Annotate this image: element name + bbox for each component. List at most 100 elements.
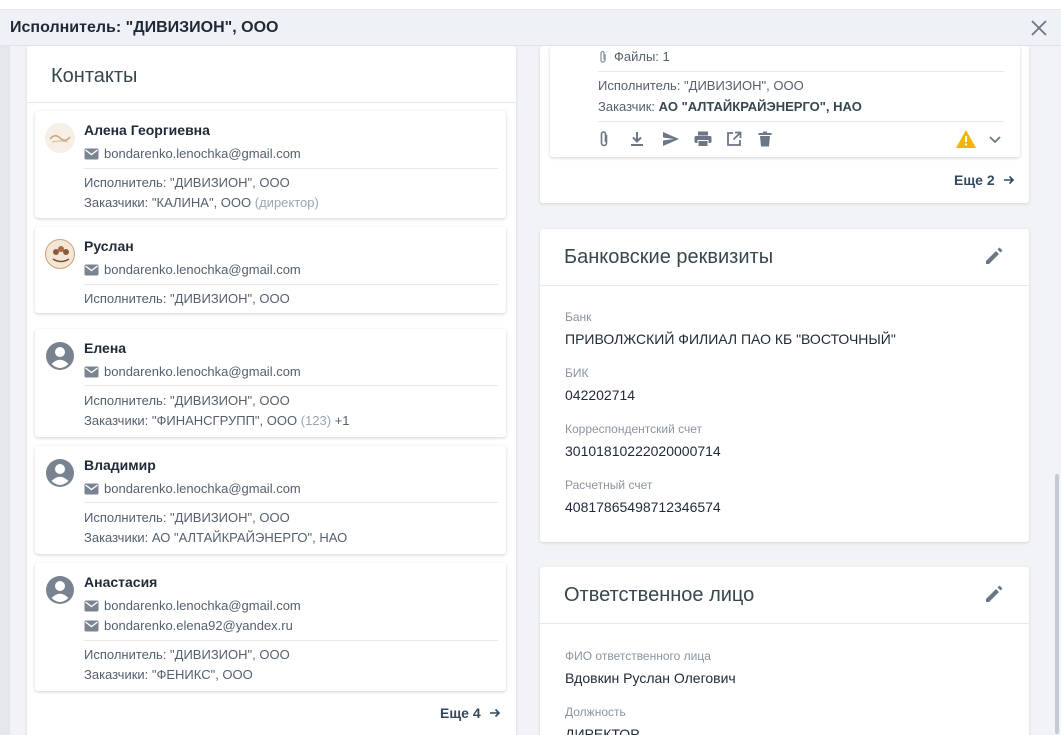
position-label: Должность (565, 705, 626, 719)
contact-email-row: bondarenko.lenochka@gmail.com (84, 146, 301, 161)
contact-customers: Заказчики: "ФЕНИКС", ООО (84, 667, 253, 682)
document-actions (598, 129, 790, 149)
mail-icon (84, 264, 99, 276)
contacts-more-link[interactable]: Еще 4 (440, 705, 501, 721)
divider (598, 71, 1004, 72)
contact-executor: Исполнитель: "ДИВИЗИОН", ООО (84, 647, 290, 662)
divider (598, 121, 1004, 122)
documents-more-link[interactable]: Еще 2 (954, 172, 1015, 188)
responsible-person-title: Ответственное лицо (564, 584, 754, 606)
bik-label: БИК (565, 366, 589, 380)
contact-executor: Исполнитель: "ДИВИЗИОН", ООО (84, 393, 290, 408)
window-title: Исполнитель: "ДИВИЗИОН", ООО (0, 19, 278, 37)
download-icon[interactable] (630, 129, 662, 149)
send-icon[interactable] (662, 129, 694, 149)
contact-customers-note: (директор) (255, 195, 319, 210)
arrow-right-icon (489, 707, 501, 719)
contact-email[interactable]: bondarenko.lenochka@gmail.com (104, 481, 301, 496)
close-icon[interactable] (1029, 18, 1049, 38)
contact-executor: Исполнитель: "ДИВИЗИОН", ООО (84, 510, 290, 525)
left-edge (0, 46, 10, 735)
attach-icon[interactable] (598, 129, 630, 149)
settlement-account-label: Расчетный счет (565, 478, 652, 492)
contact-email[interactable]: bondarenko.lenochka@gmail.com (104, 364, 301, 379)
document-customer-value: АО "АЛТАЙКРАЙЭНЕРГО", НАО (659, 99, 862, 114)
contact-card[interactable]: Алена Георгиевна bondarenko.lenochka@gma… (35, 111, 506, 218)
settlement-account-value: 40817865498712346574 (565, 499, 721, 515)
contact-email[interactable]: bondarenko.lenochka@gmail.com (104, 598, 301, 613)
documents-panel: Файлы: 1 Исполнитель: "ДИВИЗИОН", ООО За… (540, 46, 1029, 203)
document-customer: Заказчик: АО "АЛТАЙКРАЙЭНЕРГО", НАО (598, 99, 862, 114)
document-customer-label: Заказчик: (598, 99, 655, 114)
mail-icon (84, 483, 99, 495)
responsible-person-panel: Ответственное лицо ФИО ответственного ли… (540, 567, 1029, 735)
contact-customers: Заказчики: "КАЛИНА", ООО (директор) (84, 195, 319, 210)
contact-name: Анастасия (84, 574, 157, 590)
document-card[interactable]: Файлы: 1 Исполнитель: "ДИВИЗИОН", ООО За… (550, 46, 1020, 157)
contact-card[interactable]: Елена bondarenko.lenochka@gmail.com Испо… (35, 329, 506, 437)
responsible-fio-value: Вдовкин Руслан Олегович (565, 670, 736, 686)
contact-email[interactable]: bondarenko.lenochka@gmail.com (104, 146, 301, 161)
person-icon (45, 575, 75, 605)
contact-name: Елена (84, 340, 126, 356)
corr-account-label: Корреспондентский счет (565, 422, 702, 436)
person-icon (45, 458, 75, 488)
responsible-fio-label: ФИО ответственного лица (565, 649, 711, 663)
divider (84, 385, 498, 386)
contact-name: Руслан (84, 238, 134, 254)
documents-more-label: Еще 2 (954, 172, 995, 188)
contact-executor: Исполнитель: "ДИВИЗИОН", ООО (84, 175, 290, 190)
edit-icon[interactable] (983, 583, 1005, 605)
bank-name-label: Банк (565, 310, 591, 324)
bank-details-title: Банковские реквизиты (564, 246, 773, 268)
contacts-title: Контакты (27, 46, 516, 103)
document-executor: Исполнитель: "ДИВИЗИОН", ООО (598, 78, 804, 93)
contact-email[interactable]: bondarenko.elena92@yandex.ru (104, 618, 293, 633)
contact-customers-text: Заказчики: "КАЛИНА", ООО (84, 195, 251, 210)
contact-email-row: bondarenko.elena92@yandex.ru (84, 618, 293, 633)
paperclip-icon (598, 50, 608, 64)
contacts-more-label: Еще 4 (440, 705, 481, 721)
position-value: ДИРЕКТОР (565, 726, 640, 735)
bank-details-header: Банковские реквизиты (540, 229, 1029, 286)
top-strip (0, 0, 1061, 10)
window-titlebar: Исполнитель: "ДИВИЗИОН", ООО (0, 10, 1061, 46)
bik-value: 042202714 (565, 387, 635, 403)
contact-card[interactable]: Анастасия bondarenko.lenochka@gmail.com … (35, 563, 506, 691)
chevron-down-icon[interactable] (986, 130, 1004, 148)
document-files-text: Файлы: 1 (614, 49, 670, 64)
contact-name: Владимир (84, 457, 156, 473)
contact-card[interactable]: Владимир bondarenko.lenochka@gmail.com И… (35, 446, 506, 554)
contact-customers: Заказчики: АО "АЛТАЙКРАЙЭНЕРГО", НАО (84, 530, 347, 545)
open-external-icon[interactable] (726, 129, 758, 149)
contact-name: Алена Георгиевна (84, 122, 210, 138)
contact-email[interactable]: bondarenko.lenochka@gmail.com (104, 262, 301, 277)
company-logo-avatar (45, 123, 75, 153)
mail-icon (84, 366, 99, 378)
mail-icon (84, 148, 99, 160)
contact-customers-text: Заказчики: "ФИНАНСГРУПП", ООО (84, 413, 297, 428)
bank-details-panel: Банковские реквизиты Банк ПРИВОЛЖСКИЙ ФИ… (540, 229, 1029, 542)
contact-email-row: bondarenko.lenochka@gmail.com (84, 598, 301, 613)
corr-account-value: 30101810222020000714 (565, 443, 721, 459)
warning-icon[interactable] (955, 129, 977, 149)
person-icon (45, 341, 75, 371)
contact-email-row: bondarenko.lenochka@gmail.com (84, 364, 301, 379)
contact-customers: Заказчики: "ФИНАНСГРУПП", ООО (123) +1 (84, 413, 350, 428)
contact-card[interactable]: Руслан bondarenko.lenochka@gmail.com Исп… (35, 227, 506, 313)
divider (84, 640, 498, 641)
responsible-person-header: Ответственное лицо (540, 567, 1029, 624)
arrow-right-icon (1003, 174, 1015, 186)
content-area: Контакты Алена Георгиевна bondarenko.len… (0, 46, 1061, 735)
contact-email-row: bondarenko.lenochka@gmail.com (84, 481, 301, 496)
delete-icon[interactable] (758, 129, 790, 149)
edit-icon[interactable] (983, 245, 1005, 267)
divider (84, 284, 498, 285)
contacts-panel: Контакты Алена Георгиевна bondarenko.len… (27, 46, 516, 735)
company-logo-avatar (45, 239, 75, 269)
scrollbar[interactable] (1055, 474, 1059, 734)
contact-email-row: bondarenko.lenochka@gmail.com (84, 262, 301, 277)
print-icon[interactable] (694, 129, 726, 149)
contact-customers-extra[interactable]: +1 (335, 413, 350, 428)
contact-executor: Исполнитель: "ДИВИЗИОН", ООО (84, 291, 290, 306)
